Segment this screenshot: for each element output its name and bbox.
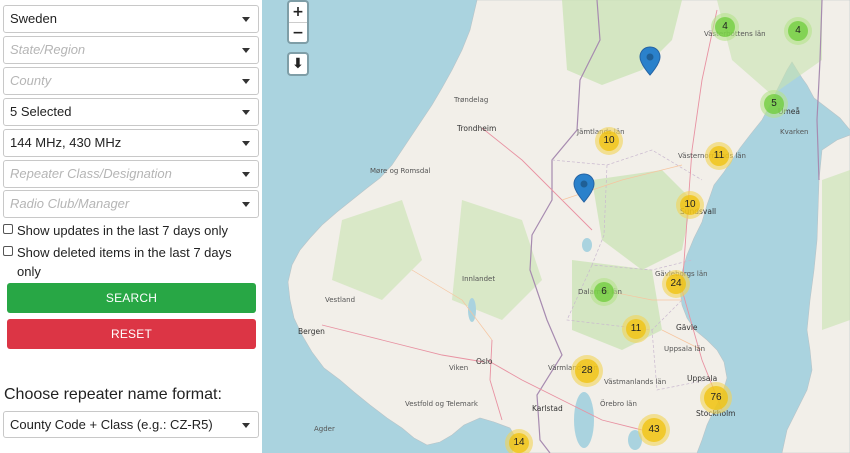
map-label-more-og-romsdal: Møre og Romsdal [370, 167, 431, 175]
updates-7days-checkbox[interactable]: Show updates in the last 7 days only [3, 221, 238, 240]
country-select[interactable]: Sweden [3, 5, 259, 33]
repeater-class-placeholder: Repeater Class/Designation [10, 166, 172, 181]
cluster-count: 76 [704, 386, 728, 410]
cluster-count: 4 [715, 17, 735, 37]
map-label-agder: Agder [314, 425, 335, 433]
name-format-value: County Code + Class (e.g.: CZ-R5) [10, 417, 213, 432]
download-icon[interactable]: ⬇ [289, 54, 307, 74]
map-label-vestfold: Vestfold og Telemark [405, 400, 478, 408]
checkbox-box[interactable] [3, 224, 13, 234]
marker-cluster[interactable]: 76 [700, 382, 732, 414]
map-label-orebro: Örebro län [600, 400, 637, 408]
cluster-count: 5 [764, 94, 784, 114]
cluster-count: 11 [709, 146, 729, 166]
repeater-class-select[interactable]: Repeater Class/Designation [3, 160, 259, 188]
reset-button[interactable]: RESET [7, 319, 256, 349]
status-select-value: 5 Selected [10, 104, 72, 119]
map-label-kvarken: Kvarken [780, 128, 809, 136]
marker-cluster[interactable]: 11 [705, 142, 733, 170]
status-select[interactable]: 5 Selected [3, 98, 259, 126]
deleted-7days-label: Show deleted items in the last 7 days on… [17, 245, 232, 279]
name-format-label: Choose repeater name format: [4, 386, 222, 403]
map-label-bergen: Bergen [298, 327, 325, 336]
map-label-trondelag: Trøndelag [454, 96, 489, 104]
cluster-count: 43 [642, 418, 666, 442]
map-label-vastmanland: Västmanlands län [604, 378, 667, 386]
map-label-karlstad: Karlstad [532, 404, 563, 413]
radio-club-select[interactable]: Radio Club/Manager [3, 190, 259, 218]
deleted-7days-checkbox[interactable]: Show deleted items in the last 7 days on… [3, 243, 238, 281]
chevron-down-icon [242, 79, 250, 84]
search-button[interactable]: SEARCH [7, 283, 256, 313]
lake [574, 392, 594, 448]
forest-area [822, 170, 850, 330]
band-select-value: 144 MHz, 430 MHz [10, 135, 122, 150]
marker-cluster[interactable]: 14 [505, 429, 533, 453]
county-placeholder: County [10, 73, 52, 88]
marker-cluster[interactable]: 5 [760, 90, 788, 118]
checkbox-box[interactable] [3, 246, 13, 256]
chevron-down-icon [242, 202, 250, 207]
map-label-viken: Viken [449, 364, 469, 372]
cluster-count: 24 [666, 274, 686, 294]
map-label-trondheim: Trondheim [457, 124, 497, 133]
county-select[interactable]: County [3, 67, 259, 95]
marker-cluster[interactable]: 43 [638, 414, 670, 446]
map-label-vestland: Vestland [325, 296, 356, 304]
map-label-gavle: Gävle [676, 323, 698, 332]
chevron-down-icon [242, 172, 250, 177]
chevron-down-icon [242, 423, 250, 428]
filter-sidebar: Sweden State/Region County 5 Selected 14… [0, 0, 262, 453]
map-marker-pin[interactable] [639, 46, 661, 76]
marker-cluster[interactable]: 4 [711, 13, 739, 41]
download-control: ⬇ [287, 52, 309, 76]
chevron-down-icon [242, 110, 250, 115]
chevron-down-icon [242, 48, 250, 53]
marker-cluster[interactable]: 10 [676, 191, 704, 219]
zoom-in-button[interactable]: + [289, 2, 307, 22]
map-marker-pin[interactable] [573, 173, 595, 203]
zoom-control: + − [287, 0, 309, 44]
cluster-count: 10 [680, 195, 700, 215]
marker-cluster[interactable]: 4 [784, 17, 812, 45]
chevron-down-icon [242, 17, 250, 22]
marker-cluster[interactable]: 28 [571, 355, 603, 387]
cluster-count: 28 [575, 359, 599, 383]
radio-club-placeholder: Radio Club/Manager [10, 196, 130, 211]
state-region-placeholder: State/Region [10, 42, 86, 57]
state-region-select[interactable]: State/Region [3, 36, 259, 64]
cluster-count: 14 [509, 433, 529, 453]
map-label-uppsala-lan: Uppsala län [664, 345, 706, 353]
name-format-select[interactable]: County Code + Class (e.g.: CZ-R5) [3, 411, 259, 438]
cluster-count: 10 [599, 131, 619, 151]
repeater-map[interactable]: Trøndelag Trondheim Møre og Romsdal Jämt… [262, 0, 850, 453]
marker-cluster[interactable]: 10 [595, 127, 623, 155]
cluster-count: 11 [626, 319, 646, 339]
lake [582, 238, 592, 252]
marker-cluster[interactable]: 24 [662, 270, 690, 298]
map-base-layer [287, 0, 850, 453]
cluster-count: 6 [594, 282, 614, 302]
updates-7days-label: Show updates in the last 7 days only [17, 223, 229, 238]
country-select-value: Sweden [10, 11, 57, 26]
marker-cluster[interactable]: 11 [622, 315, 650, 343]
cluster-count: 4 [788, 21, 808, 41]
marker-cluster[interactable]: 6 [590, 278, 618, 306]
chevron-down-icon [242, 141, 250, 146]
zoom-out-button[interactable]: − [289, 22, 307, 42]
map-label-innlandet: Innlandet [462, 275, 496, 283]
band-select[interactable]: 144 MHz, 430 MHz [3, 129, 259, 157]
map-label-oslo: Oslo [476, 357, 493, 366]
